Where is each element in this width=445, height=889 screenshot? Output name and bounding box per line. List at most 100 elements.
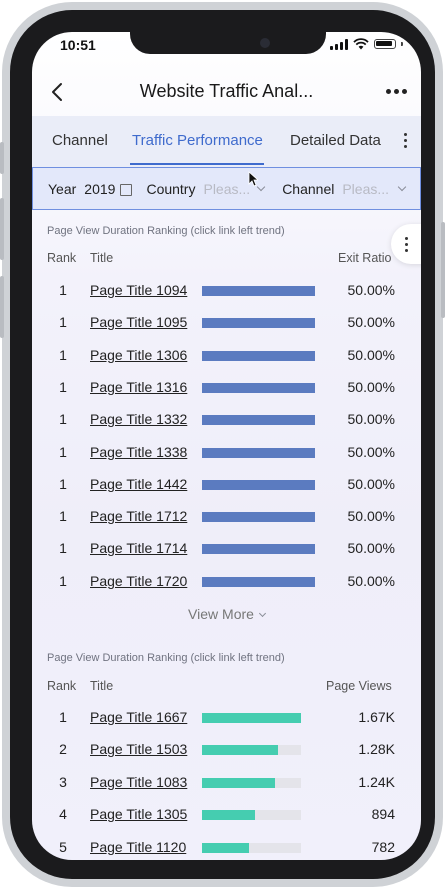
bar-track xyxy=(202,350,315,361)
bar-fill xyxy=(202,286,315,296)
floating-side-menu[interactable] xyxy=(391,224,421,264)
value-cell: 50.00% xyxy=(347,411,395,428)
page-title-link[interactable]: Page Title 1095 xyxy=(90,314,187,330)
bar-fill xyxy=(202,713,301,723)
mouse-cursor-icon xyxy=(248,171,258,187)
channel-chevron-down-icon[interactable] xyxy=(397,182,407,192)
country-filter-select[interactable]: Pleas... xyxy=(203,181,250,197)
bar-track xyxy=(202,512,315,523)
bar-fill xyxy=(202,810,255,821)
status-icons xyxy=(330,38,403,50)
notch xyxy=(130,32,326,54)
table2-rank-header: Rank xyxy=(47,679,77,693)
bar-fill xyxy=(202,382,315,393)
bar-track xyxy=(202,479,315,490)
channel-filter-label: Channel xyxy=(282,180,335,197)
page-title-link[interactable]: Page Title 1332 xyxy=(90,411,187,427)
year-filter-value[interactable]: 2019 xyxy=(84,181,115,197)
bar-track xyxy=(202,318,315,329)
calendar-icon[interactable] xyxy=(120,183,133,196)
nav-bar: Website Traffic Anal... xyxy=(32,72,421,114)
table1-value-header: Exit Ratio xyxy=(338,251,392,265)
table2-caption: Page View Duration Ranking (click link l… xyxy=(47,652,285,664)
value-cell: 894 xyxy=(371,806,395,823)
page-title-link[interactable]: Page Title 1083 xyxy=(90,774,187,790)
rank-cell: 1 xyxy=(59,508,67,525)
page-title-link[interactable]: Page Title 1338 xyxy=(90,444,187,460)
page-title-link[interactable]: Page Title 1720 xyxy=(90,573,187,589)
more-options-icon[interactable] xyxy=(386,89,407,94)
wifi-icon xyxy=(353,38,369,50)
value-cell: 1.67K xyxy=(358,709,395,725)
bar-fill xyxy=(202,318,315,329)
page-title-link[interactable]: Page Title 1667 xyxy=(90,709,187,725)
tab-more-icon[interactable] xyxy=(404,133,407,148)
bar-track xyxy=(202,842,301,853)
bar-track xyxy=(202,415,315,426)
value-cell: 50.00% xyxy=(347,282,395,298)
bar-fill xyxy=(202,777,275,788)
phone-volume-down xyxy=(0,276,4,338)
bar-fill xyxy=(202,479,315,490)
table-row: 1 Page Title 1094 50.00% xyxy=(32,275,421,307)
battery-tip xyxy=(401,42,403,46)
bar-fill xyxy=(202,745,278,756)
table1-caption: Page View Duration Ranking (click link l… xyxy=(47,225,285,237)
table-row: 1 Page Title 1714 50.00% xyxy=(32,533,421,565)
page-title-link[interactable]: Page Title 1305 xyxy=(90,806,187,822)
page-title: Website Traffic Anal... xyxy=(139,81,314,101)
table-row: 1 Page Title 1712 50.00% xyxy=(32,501,421,533)
rank-cell: 1 xyxy=(59,282,67,298)
bar-fill xyxy=(202,350,315,361)
bar-track xyxy=(202,576,315,587)
table-row: 2 Page Title 1503 1.28K xyxy=(32,734,421,766)
country-filter-label: Country xyxy=(146,180,196,197)
page-title-link[interactable]: Page Title 1714 xyxy=(90,540,187,556)
bar-fill xyxy=(202,415,315,426)
value-cell: 50.00% xyxy=(347,572,395,589)
value-cell: 1.24K xyxy=(358,773,395,790)
page-title-link[interactable]: Page Title 1120 xyxy=(90,839,186,855)
view-more-button[interactable]: View More xyxy=(32,606,421,622)
rank-cell: 2 xyxy=(59,741,67,758)
rank-cell: 1 xyxy=(59,378,67,395)
bar-track xyxy=(202,447,315,458)
year-filter-label: Year xyxy=(48,180,77,197)
active-tab-indicator xyxy=(130,163,264,165)
tab-traffic-performance[interactable]: Traffic Performance xyxy=(132,132,263,149)
bar-fill xyxy=(202,576,315,587)
page-title-link[interactable]: Page Title 1712 xyxy=(90,508,187,524)
bar-fill xyxy=(202,544,315,555)
value-cell: 50.00% xyxy=(347,314,395,331)
rank-cell: 3 xyxy=(59,773,67,790)
table-row: 3 Page Title 1083 1.24K xyxy=(32,767,421,799)
value-cell: 50.00% xyxy=(347,508,395,525)
rank-cell: 1 xyxy=(59,411,67,428)
phone-volume-up xyxy=(0,198,4,260)
page-title-link[interactable]: Page Title 1503 xyxy=(90,741,187,757)
table-row: 1 Page Title 1338 50.00% xyxy=(32,437,421,469)
channel-filter-select[interactable]: Pleas... xyxy=(342,181,389,197)
page-title-link[interactable]: Page Title 1306 xyxy=(90,347,187,363)
bar-track xyxy=(202,810,301,821)
table-row: 5 Page Title 1120 782 xyxy=(32,832,421,860)
rank-cell: 1 xyxy=(59,572,67,589)
rank-cell: 1 xyxy=(59,709,67,725)
country-chevron-down-icon[interactable] xyxy=(256,182,266,192)
tab-channel[interactable]: Channel xyxy=(52,132,108,149)
app-screen: 10:51 Website Traffic Anal... Channel Tr… xyxy=(32,32,421,860)
value-cell: 50.00% xyxy=(347,443,395,460)
table-row: 1 Page Title 1667 1.67K xyxy=(32,702,421,734)
value-cell: 50.00% xyxy=(347,378,395,395)
tab-detailed-data[interactable]: Detailed Data xyxy=(290,132,381,149)
table-row: 4 Page Title 1305 894 xyxy=(32,799,421,831)
rank-cell: 4 xyxy=(59,806,67,823)
page-title-link[interactable]: Page Title 1094 xyxy=(90,282,187,298)
table-row: 1 Page Title 1442 50.00% xyxy=(32,469,421,501)
page-title-link[interactable]: Page Title 1442 xyxy=(90,476,187,492)
table2-title-header: Title xyxy=(90,679,114,693)
table-row: 1 Page Title 1095 50.00% xyxy=(32,307,421,339)
bar-track xyxy=(202,382,315,393)
bar-fill xyxy=(202,512,315,523)
page-title-link[interactable]: Page Title 1316 xyxy=(90,379,187,395)
